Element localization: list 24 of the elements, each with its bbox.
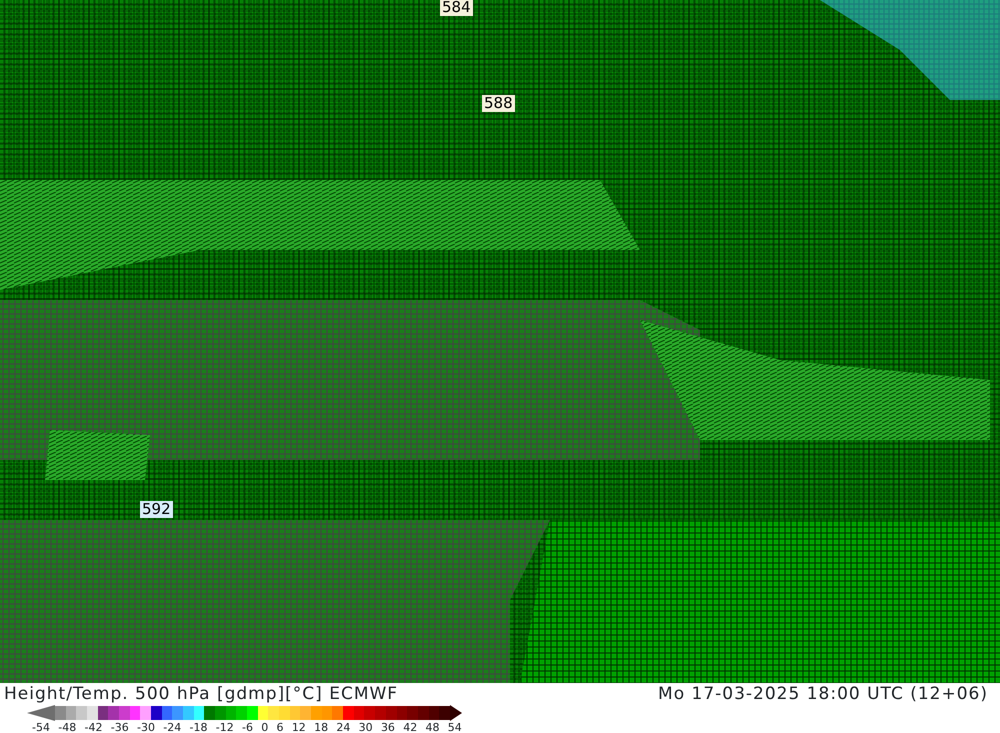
colorbar-tick-label: 48 (426, 721, 440, 733)
colorbar-tick-label: -36 (110, 721, 129, 733)
colorbar-tick-label: -54 (32, 721, 50, 733)
colorbar-tick-label: -6 (242, 721, 253, 733)
colorbar-tick-label: -24 (163, 721, 182, 733)
colorbar-tick-label: 18 (314, 721, 328, 733)
colorbar-tick-label: 42 (403, 721, 418, 733)
contour-label: 592 (140, 501, 173, 518)
map-title: Height/Temp. 500 hPa [gdmp][°C] ECMWF (4, 683, 398, 705)
contour-label: 584 (440, 0, 473, 16)
colorbar-tick-label: -48 (58, 721, 76, 733)
colorbar-tick-label: 36 (380, 721, 395, 733)
colorbar-tick-label: 12 (292, 721, 306, 733)
colorbar-tick-label: 6 (276, 721, 284, 733)
colorbar-tick-label: -30 (137, 721, 155, 733)
colorbar-tick-label: -42 (84, 721, 102, 733)
colorbar-tick-label: -12 (216, 721, 234, 733)
colorbar-tick-label: 0 (261, 721, 268, 733)
colorbar-tick-label: 24 (336, 721, 350, 733)
colorbar-tick-label: -18 (190, 721, 208, 733)
valid-time: Mo 17-03-2025 18:00 UTC (12+06) (658, 683, 988, 705)
colorbar-tick-label: 30 (358, 721, 373, 733)
colorbar-tick-label: 54 (448, 721, 462, 733)
contour-label: 588 (482, 95, 515, 112)
